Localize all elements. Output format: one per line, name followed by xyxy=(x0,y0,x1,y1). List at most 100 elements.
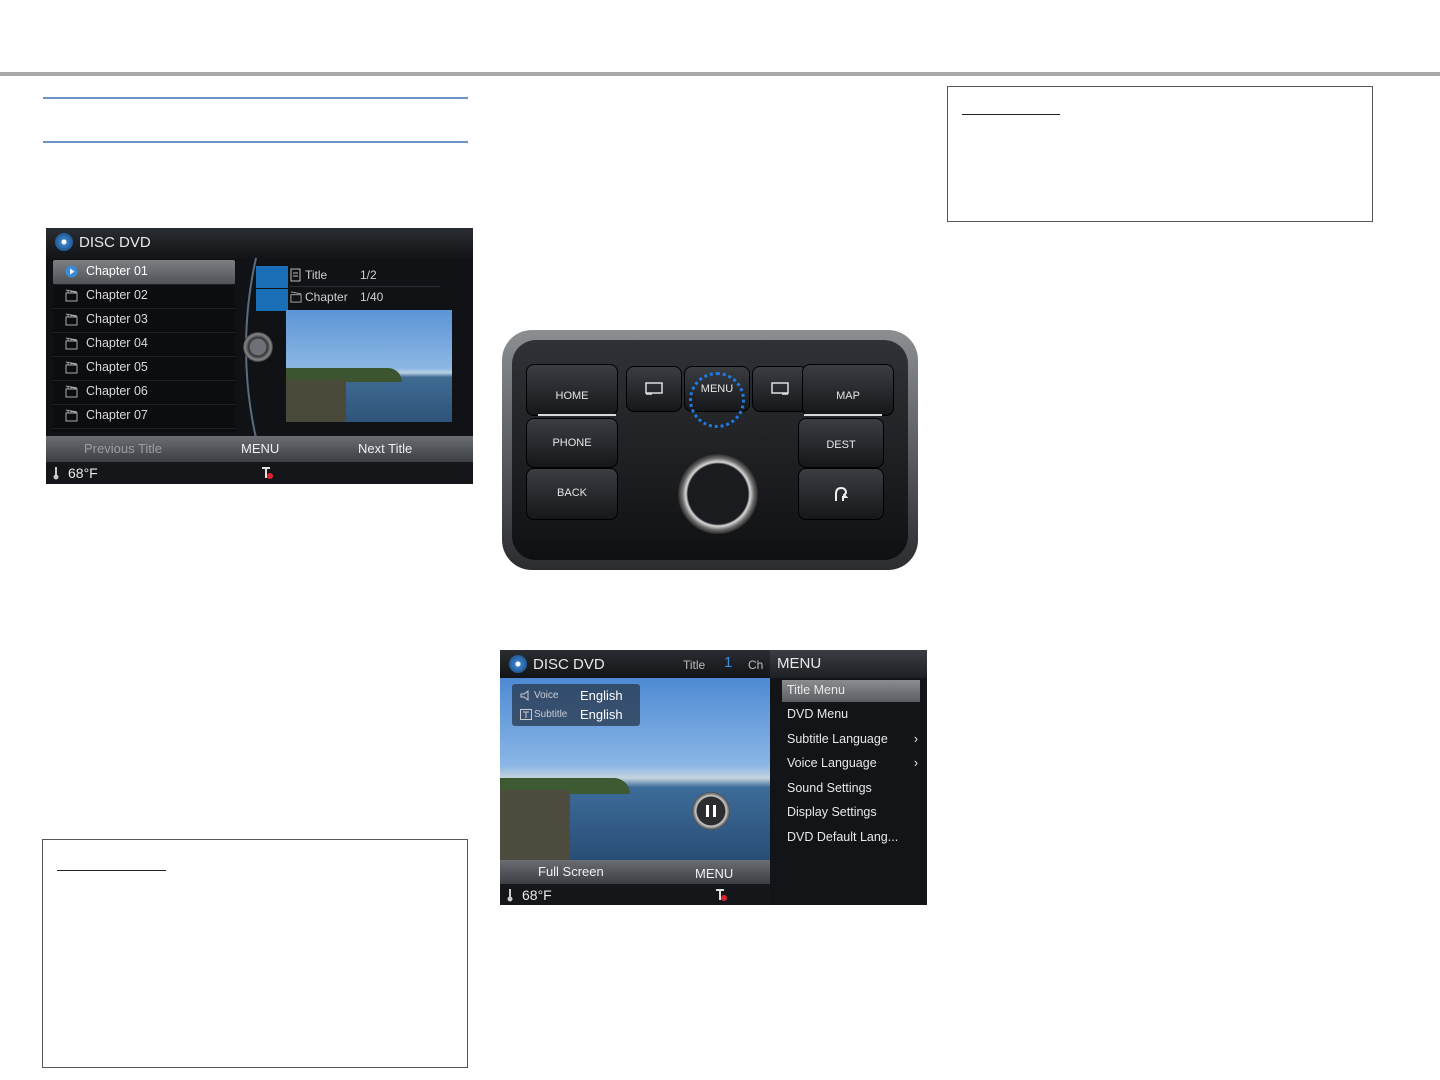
clapperboard-icon xyxy=(290,291,302,303)
dvd-disc-icon xyxy=(55,233,73,251)
voice-value: English xyxy=(580,688,623,703)
subtitle-label: Subtitle xyxy=(534,709,568,720)
menu-highlight-ring xyxy=(689,372,745,428)
display-icon xyxy=(645,382,663,395)
chapter-item[interactable]: Chapter 06 xyxy=(53,380,235,405)
play-icon xyxy=(65,265,78,278)
back-button[interactable]: BACK xyxy=(526,468,618,520)
chapter-label: Chapter 05 xyxy=(86,360,148,374)
status-bar: 68°F xyxy=(500,884,770,905)
chapter-label: Chapter 06 xyxy=(86,384,148,398)
phone-button[interactable]: PHONE xyxy=(526,418,618,468)
voice-label: Voice xyxy=(534,690,559,701)
signal-icon xyxy=(716,889,727,901)
chapter-item[interactable]: Chapter 01 xyxy=(53,260,235,285)
note-heading-underline xyxy=(57,870,166,871)
dvd-side-menu: MENU Title Menu DVD Menu Subtitle Langua… xyxy=(770,650,927,905)
home-button[interactable]: HOME xyxy=(526,364,618,416)
clapperboard-icon xyxy=(65,361,78,374)
thermometer-icon xyxy=(53,467,59,480)
chapter-value: 1/40 xyxy=(360,290,384,304)
subtitle-icon xyxy=(520,709,532,720)
audio-subtitle-overlay: Voice English Subtitle English xyxy=(512,684,640,726)
chapter-list: Chapter 01 Chapter 02 Chapter 03 Chapter… xyxy=(53,260,235,432)
previous-title-button[interactable]: Previous Title xyxy=(84,441,162,456)
softkey-bar: Previous Title MENU Next Title xyxy=(46,436,473,462)
menu-button[interactable]: MENU xyxy=(241,441,279,456)
screen-right-button[interactable] xyxy=(752,366,808,412)
chapter-label: Chapter 03 xyxy=(86,312,148,326)
head-unit-control-panel: HOME PHONE BACK MENU MAP DEST xyxy=(502,330,918,570)
dest-button[interactable]: DEST xyxy=(798,418,884,468)
screen-header: DISC DVD xyxy=(46,228,473,258)
temperature: 68°F xyxy=(68,465,98,481)
menu-item-display-settings[interactable]: Display Settings xyxy=(782,802,920,824)
chapter-item[interactable]: Chapter 02 xyxy=(53,284,235,309)
voice-head-icon xyxy=(835,486,849,501)
next-title-button[interactable]: Next Title xyxy=(358,441,412,456)
title-label: Title xyxy=(305,268,328,282)
header-title-value: 1 xyxy=(724,654,733,671)
header-title-label: Title xyxy=(683,658,706,672)
clapperboard-icon xyxy=(65,289,78,302)
clapperboard-icon xyxy=(65,337,78,350)
chapter-item[interactable]: Chapter 07 xyxy=(53,404,235,429)
tune-knob[interactable] xyxy=(678,454,758,534)
dvd-chapter-list-screen: DISC DVD Chapter 01 Chapter 02 Chapter 0… xyxy=(46,228,473,484)
callout-marker-1 xyxy=(256,266,288,288)
button-accent-line xyxy=(804,414,882,416)
subtitle-value: English xyxy=(580,707,623,722)
top-rule xyxy=(0,72,1440,76)
header-chapter-label: Ch xyxy=(748,658,764,672)
dvd-menu-screen: DISC DVD Title 1 Ch Voice English Subtit… xyxy=(500,650,927,905)
rocky-shore xyxy=(500,790,570,860)
chevron-right-icon: › xyxy=(913,756,918,770)
chapter-label: Chapter xyxy=(305,290,348,304)
pause-button[interactable] xyxy=(692,792,730,830)
softkey-bar: Full Screen MENU xyxy=(500,860,770,884)
temperature: 68°F xyxy=(522,887,552,903)
scroll-knob[interactable] xyxy=(243,332,273,362)
chapter-item[interactable]: Chapter 03 xyxy=(53,308,235,333)
full-screen-button[interactable]: Full Screen xyxy=(538,864,604,879)
section-rule-top xyxy=(43,97,468,99)
menu-item-dvd-default-lang[interactable]: DVD Default Lang... xyxy=(782,827,920,849)
menu-item-title-menu[interactable]: Title Menu xyxy=(782,680,920,702)
menu-item-dvd-menu[interactable]: DVD Menu xyxy=(782,704,920,726)
clapperboard-icon xyxy=(65,313,78,326)
title-value: 1/2 xyxy=(360,268,377,282)
note-box-top xyxy=(947,86,1373,222)
status-bar: 68°F xyxy=(46,462,473,484)
chapter-item[interactable]: Chapter 04 xyxy=(53,332,235,357)
video-thumbnail xyxy=(286,310,452,422)
menu-button[interactable]: MENU xyxy=(695,866,733,881)
chapter-label: Chapter 02 xyxy=(86,288,148,302)
speaker-icon xyxy=(520,690,529,701)
pause-icon xyxy=(706,805,709,817)
callout-marker-2 xyxy=(256,289,288,311)
screen-title: DISC DVD xyxy=(533,656,605,673)
section-rule-bottom xyxy=(43,141,468,143)
menu-item-sound-settings[interactable]: Sound Settings xyxy=(782,778,920,800)
chapter-label: Chapter 07 xyxy=(86,408,148,422)
chapter-label: Chapter 04 xyxy=(86,336,148,350)
menu-item-voice-language[interactable]: Voice Language › xyxy=(782,753,920,775)
screen-title: DISC DVD xyxy=(79,234,151,251)
menu-header: MENU xyxy=(777,655,822,672)
dvd-disc-icon xyxy=(509,655,527,673)
map-button[interactable]: MAP xyxy=(802,364,894,416)
clapperboard-icon xyxy=(65,385,78,398)
pause-icon xyxy=(713,805,716,817)
title-icon xyxy=(290,268,301,282)
note-box-bottom xyxy=(42,839,468,1068)
clapperboard-icon xyxy=(65,409,78,422)
screen-left-button[interactable] xyxy=(626,366,682,412)
signal-icon xyxy=(262,467,273,479)
rocky-shore xyxy=(286,380,346,422)
chapter-label: Chapter 01 xyxy=(86,264,148,278)
voice-assist-button[interactable] xyxy=(798,468,884,520)
chapter-item[interactable]: Chapter 05 xyxy=(53,356,235,381)
menu-item-subtitle-language[interactable]: Subtitle Language › xyxy=(782,729,920,751)
note-heading-underline xyxy=(962,114,1060,115)
thermometer-icon xyxy=(507,889,513,902)
